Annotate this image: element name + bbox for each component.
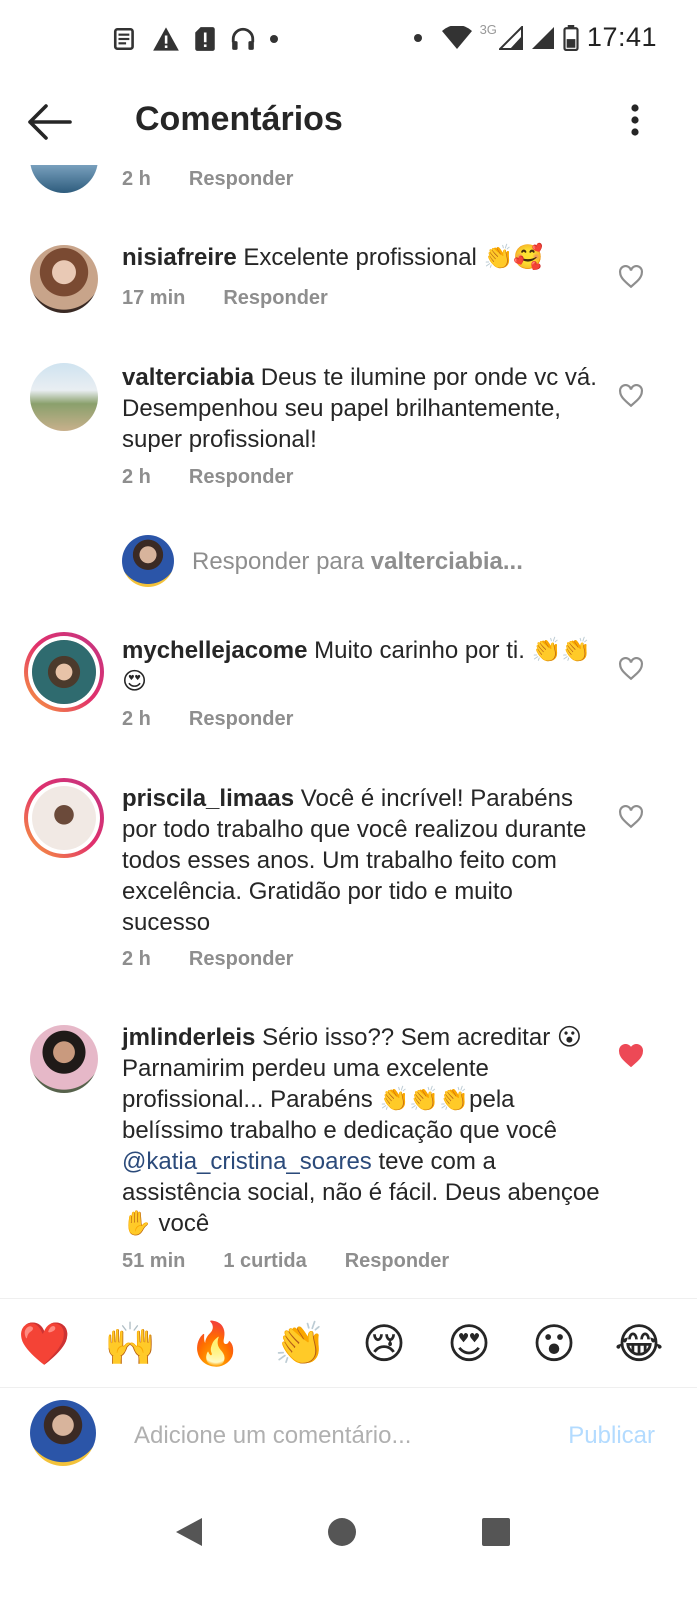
header: Comentários xyxy=(0,80,697,165)
comment-time: 2 h xyxy=(122,708,151,730)
heart-filled-icon[interactable] xyxy=(618,1044,644,1068)
comment-meta: 2 h Responder xyxy=(122,466,293,489)
emoji-clapping[interactable]: 👏 xyxy=(274,1319,326,1369)
warning-icon xyxy=(153,27,179,51)
mention-link[interactable]: @katia_cristina_soares xyxy=(122,1148,372,1175)
more-vertical-icon xyxy=(631,104,639,136)
reply-button[interactable]: Responder xyxy=(345,1250,449,1273)
signal-icon xyxy=(531,26,554,49)
avatar-story-ring[interactable] xyxy=(24,632,104,712)
emoji-crying[interactable]: 😢 xyxy=(359,1319,409,1369)
comment-time: 2 h xyxy=(122,948,151,970)
comment-text: jmlinderleis Sério isso?? Sem acreditar … xyxy=(122,1022,602,1239)
status-notification-icons xyxy=(112,26,278,52)
comment-username[interactable]: mychellejacome xyxy=(122,637,307,664)
reply-button[interactable]: Responder xyxy=(189,466,293,489)
comment-item: mychellejacome Muito carinho por ti. 👏👏😍… xyxy=(0,622,697,742)
comment-text: nisiafreire Excelente profissional 👏🥰 xyxy=(122,242,602,273)
reply-to-username: valterciabia... xyxy=(370,548,523,575)
reply-button[interactable]: Responder xyxy=(189,168,293,191)
emoji-heart-eyes[interactable]: 😍 xyxy=(444,1319,494,1369)
back-button[interactable] xyxy=(26,102,76,142)
emoji-quick-bar: ❤️ 🙌 🔥 👏 😢 😍 😮 😂 xyxy=(0,1298,697,1388)
comment-text: mychellejacome Muito carinho por ti. 👏👏😍 xyxy=(122,635,602,697)
status-bar: 3G 17:41 xyxy=(0,0,697,80)
likes-count[interactable]: 1 curtida xyxy=(223,1250,306,1273)
comment-username[interactable]: jmlinderleis xyxy=(122,1024,255,1051)
signal-icon xyxy=(498,25,523,50)
arrow-left-icon xyxy=(28,104,72,140)
network-type-label: 3G xyxy=(479,22,497,37)
dot-icon xyxy=(413,33,422,42)
my-avatar xyxy=(30,1400,96,1466)
wifi-icon xyxy=(441,25,472,49)
avatar-story-ring[interactable] xyxy=(24,778,104,858)
reply-to-text: Responder para valterciabia... xyxy=(192,548,523,576)
status-system-icons: 3G 17:41 xyxy=(413,22,657,53)
comment-item: jmlinderleis Sério isso?? Sem acreditar … xyxy=(0,1010,697,1280)
comment-username[interactable]: nisiafreire xyxy=(122,244,237,271)
avatar[interactable] xyxy=(30,245,98,313)
reply-button[interactable]: Responder xyxy=(189,948,293,971)
comment-text: priscila_limaas Você é incrível! Parabén… xyxy=(122,783,602,938)
reply-to-prompt[interactable]: Responder para valterciabia... xyxy=(122,535,662,589)
avatar[interactable] xyxy=(30,1025,98,1093)
comment-meta: 2 h Responder xyxy=(122,708,293,731)
emoji-heart[interactable]: ❤️ xyxy=(18,1319,70,1369)
dot-icon xyxy=(270,35,278,43)
page-title: Comentários xyxy=(135,100,343,138)
comment-input[interactable] xyxy=(134,1416,534,1456)
home-circle-icon[interactable] xyxy=(322,1512,362,1552)
comment-time: 51 min xyxy=(122,1250,186,1272)
comment-time: 17 min xyxy=(122,287,186,309)
emoji-fire[interactable]: 🔥 xyxy=(189,1319,241,1369)
comment-meta: 2 h Responder xyxy=(122,948,293,971)
comment-username[interactable]: priscila_limaas xyxy=(122,785,294,812)
news-icon xyxy=(113,27,134,51)
my-avatar xyxy=(122,535,174,587)
back-triangle-icon[interactable] xyxy=(168,1512,208,1552)
comment-meta: 51 min 1 curtida Responder xyxy=(122,1250,449,1273)
battery-icon xyxy=(563,24,579,51)
emoji-laughing[interactable]: 😂 xyxy=(614,1319,664,1369)
headphones-icon xyxy=(231,27,255,50)
more-options-button[interactable] xyxy=(625,102,645,142)
comment-time: 2 h xyxy=(122,466,151,488)
comment-composer: Publicar xyxy=(0,1388,697,1488)
comment-item: valterciabia Deus te ilumine por onde vc… xyxy=(0,350,697,500)
emoji-raising-hands[interactable]: 🙌 xyxy=(104,1319,156,1369)
heart-outline-icon[interactable] xyxy=(618,265,644,289)
comment-time: 2 h xyxy=(122,168,151,190)
comment-item: nisiafreire Excelente profissional 👏🥰 17… xyxy=(0,230,697,330)
publish-button[interactable]: Publicar xyxy=(568,1422,655,1450)
avatar[interactable] xyxy=(30,363,98,431)
comment-text: valterciabia Deus te ilumine por onde vc… xyxy=(122,362,602,455)
emoji-surprised[interactable]: 😮 xyxy=(529,1319,579,1369)
heart-outline-icon[interactable] xyxy=(618,805,644,829)
system-nav-bar xyxy=(0,1490,697,1600)
sim-alert-icon xyxy=(195,27,215,51)
comment-meta: 17 min Responder xyxy=(122,287,328,310)
reply-button[interactable]: Responder xyxy=(189,708,293,731)
comment-item: priscila_limaas Você é incrível! Parabén… xyxy=(0,770,697,980)
comment-meta: 2 h Responder xyxy=(122,168,293,191)
heart-outline-icon[interactable] xyxy=(618,657,644,681)
recents-square-icon[interactable] xyxy=(476,1512,516,1552)
reply-button[interactable]: Responder xyxy=(223,287,327,310)
comment-username[interactable]: valterciabia xyxy=(122,364,254,391)
clock: 17:41 xyxy=(586,22,657,52)
comment-body: Excelente profissional 👏🥰 xyxy=(243,244,544,271)
heart-outline-icon[interactable] xyxy=(618,384,644,408)
reply-to-prefix: Responder para xyxy=(192,548,371,575)
